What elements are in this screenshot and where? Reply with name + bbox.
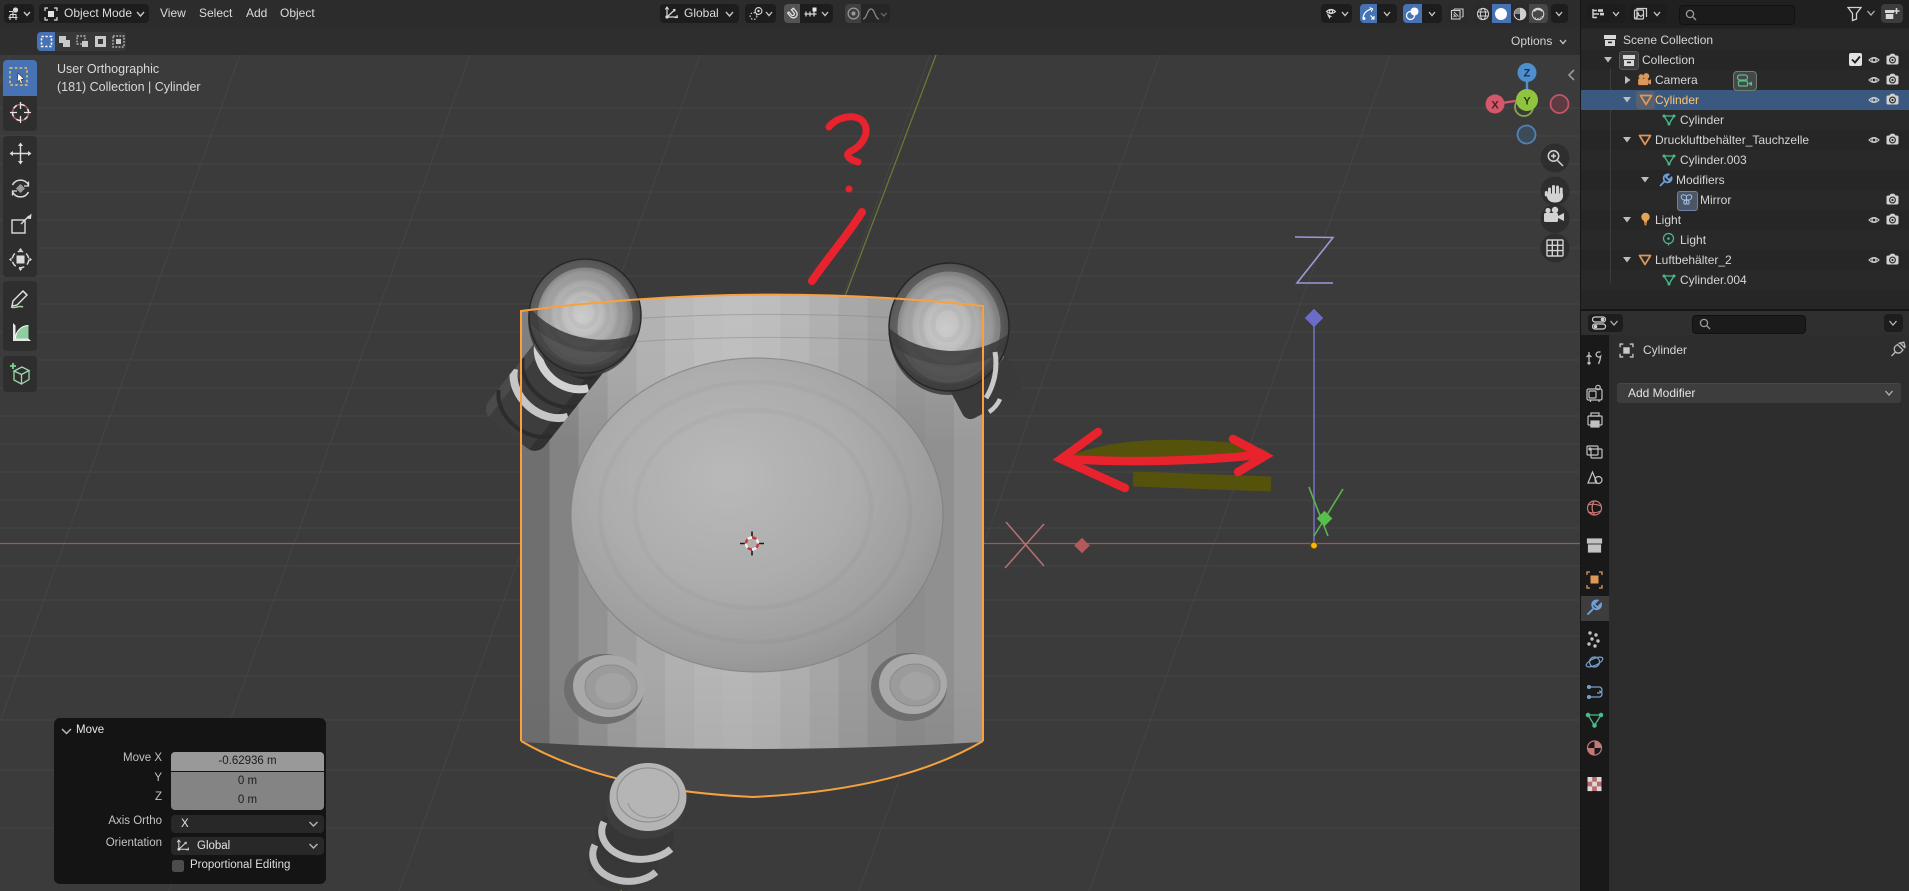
svg-text:X: X	[1491, 100, 1499, 112]
svg-text:Z: Z	[1524, 68, 1531, 80]
svg-text:Y: Y	[1523, 96, 1531, 108]
